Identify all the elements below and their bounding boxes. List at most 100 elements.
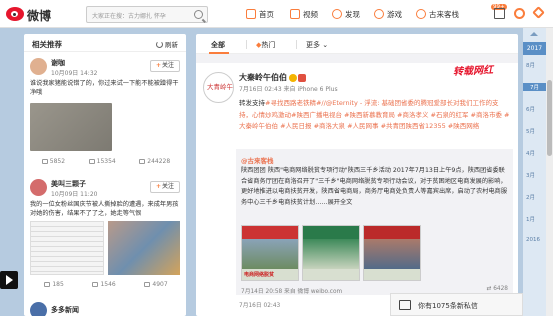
card-text: 我的一位女粉丝国庆节被人撕掉脸的遭遇，来成年男孩对她的伤害，结果不了了之，她走等… xyxy=(30,201,179,217)
nav-video-label: 视频 xyxy=(303,9,318,19)
nav-discover-label: 发现 xyxy=(345,9,360,19)
follow-label: 关注 xyxy=(162,183,175,190)
card-image[interactable] xyxy=(30,221,104,275)
scrollbar[interactable] xyxy=(546,28,553,316)
comment-count[interactable]: 1546 xyxy=(92,279,116,289)
year-timeline: 2017 8月 7月 6月 5月 4月 3月 2月 1月 2016 xyxy=(523,28,546,316)
weibo-logo[interactable]: 微博 xyxy=(6,5,70,23)
image-bottom xyxy=(303,269,359,280)
recommend-title: 相关推荐 xyxy=(32,40,62,49)
tab-hot[interactable]: ◆热门 xyxy=(256,40,275,50)
game-icon xyxy=(374,9,384,19)
image-banner xyxy=(364,226,420,239)
like-count[interactable]: 244228 xyxy=(139,156,170,166)
like-icon xyxy=(144,281,151,287)
nav-video[interactable]: 视频 xyxy=(290,7,318,21)
avatar[interactable] xyxy=(30,302,47,316)
like-icon xyxy=(139,158,146,164)
search-placeholder: 大家正在搜：古力娜扎 怀孕 xyxy=(92,13,166,20)
avatar-text: 大青岭午伯伯 xyxy=(207,83,233,91)
repost-count[interactable]: 5852 xyxy=(41,156,65,166)
refresh-icon xyxy=(156,40,163,48)
gear-icon[interactable] xyxy=(514,8,525,19)
repost-image[interactable]: 电商网络脱贫 xyxy=(241,225,299,281)
repost-block: @古来客栈 陕西团团 陕西"电商网络脱贫专项行动"陕西三千乡活动 2017年7月… xyxy=(236,149,513,295)
edit-icon[interactable] xyxy=(532,6,545,19)
timeline-month[interactable]: 5月 xyxy=(526,127,535,135)
chevron-down-icon: ⌄ xyxy=(322,41,329,49)
comment-icon xyxy=(88,158,95,164)
watermark: 转载网红 xyxy=(452,64,494,79)
refresh-button[interactable]: 刷新 xyxy=(156,39,178,49)
image-bottom xyxy=(364,269,420,280)
nav-user[interactable]: 古来客栈 xyxy=(416,7,459,21)
recommend-header: 相关推荐 刷新 xyxy=(24,34,186,52)
nav-game[interactable]: 游戏 xyxy=(374,7,402,21)
repost-footer: 7月14日 20:58 来自 微博 weibo.com xyxy=(241,289,343,295)
post-username[interactable]: 大秦岭午伯伯 xyxy=(239,72,306,83)
weibo-eye-icon xyxy=(6,7,24,21)
post-text-links[interactable]: #寻找西路老铁精#//@Eternity - 浮流: 基础团省委的腾冠爱部长对我… xyxy=(239,99,510,130)
avatar[interactable] xyxy=(30,58,47,75)
card-username[interactable]: 美叫三颗子 xyxy=(51,179,86,189)
timeline-month[interactable]: 4月 xyxy=(526,149,535,157)
mail-icon[interactable] xyxy=(494,8,505,19)
card-username[interactable]: 多多新闻 xyxy=(51,305,79,315)
repost-stats[interactable]: ⇄ 6428 xyxy=(487,286,508,292)
mail-icon xyxy=(399,300,411,310)
search-input[interactable]: 大家正在搜：古力娜扎 怀孕 xyxy=(86,6,208,23)
card-time: 10月09日 14:32 xyxy=(51,70,98,77)
timeline-year-prev[interactable]: 2016 xyxy=(526,237,540,243)
recommend-panel: 相关推荐 刷新 谢咖 10月09日 14:32 +关注 谁说我家猪能说错了的，你… xyxy=(24,34,186,316)
timeline-month[interactable]: 2月 xyxy=(526,193,535,201)
timeline-month-active[interactable]: 7月 xyxy=(523,83,546,91)
refresh-label: 刷新 xyxy=(165,41,178,49)
repost-count[interactable]: 185 xyxy=(44,279,64,289)
follow-button[interactable]: +关注 xyxy=(150,181,180,193)
discover-icon xyxy=(332,9,342,19)
plus-icon: + xyxy=(155,183,161,190)
level-icon xyxy=(298,73,306,82)
vip-icon xyxy=(289,73,297,82)
timeline-year[interactable]: 2017 xyxy=(523,42,546,55)
timeline-month[interactable]: 1月 xyxy=(526,215,535,223)
image-banner xyxy=(303,226,359,239)
repost-icon xyxy=(41,158,48,164)
repost-username[interactable]: @古来客栈 xyxy=(241,155,274,165)
private-message-notice[interactable]: 你有1075条新私信 xyxy=(390,293,523,316)
card-image[interactable] xyxy=(108,221,180,275)
nav-discover[interactable]: 发现 xyxy=(332,7,360,21)
like-count[interactable]: 4907 xyxy=(144,279,168,289)
repost-image[interactable] xyxy=(363,225,421,281)
card-image[interactable] xyxy=(30,103,112,151)
repost-image[interactable] xyxy=(302,225,360,281)
follow-button[interactable]: +关注 xyxy=(150,60,180,72)
timeline-month[interactable]: 3月 xyxy=(526,171,535,179)
card-username[interactable]: 谢咖 xyxy=(51,58,65,68)
user-icon xyxy=(416,9,426,19)
video-play-button[interactable] xyxy=(0,271,18,289)
message-text: 你有1075条新私信 xyxy=(418,302,478,310)
logo-text: 微博 xyxy=(27,9,52,23)
nav-home-label: 首页 xyxy=(259,9,274,19)
timeline-month[interactable]: 6月 xyxy=(526,105,535,113)
chevron-up-icon[interactable] xyxy=(530,32,538,36)
video-icon xyxy=(290,9,300,19)
avatar[interactable]: 大青岭午伯伯 xyxy=(203,72,234,103)
card-time: 10月09日 11:20 xyxy=(51,191,98,198)
search-icon[interactable] xyxy=(194,10,203,19)
feed-panel: 全部 ◆热门 更多 ⌄ 大青岭午伯伯 大秦岭午伯伯 7月16日 02:43 来自… xyxy=(196,34,518,316)
timeline-month[interactable]: 8月 xyxy=(526,61,535,69)
image-people xyxy=(242,239,298,271)
post-time: 7月16日 02:43 来自 iPhone 6 Plus xyxy=(239,86,338,93)
card-text: 谁说我家猪能说错了的，你过来试一下能不能被蹭得干净哦 xyxy=(30,80,179,96)
avatar[interactable] xyxy=(30,179,47,196)
nav-home[interactable]: 首页 xyxy=(246,7,274,21)
recommend-card: 谢咖 10月09日 14:32 +关注 谁说我家猪能说错了的，你过来试一下能不能… xyxy=(30,58,182,178)
comment-count[interactable]: 15354 xyxy=(88,156,116,166)
nav-user-label: 古来客栈 xyxy=(429,9,459,19)
tab-more[interactable]: 更多 ⌄ xyxy=(306,40,328,50)
tab-all[interactable]: 全部 xyxy=(211,40,225,50)
post-text-plain: 转发支持 xyxy=(239,99,265,107)
scroll-thumb[interactable] xyxy=(547,80,552,156)
